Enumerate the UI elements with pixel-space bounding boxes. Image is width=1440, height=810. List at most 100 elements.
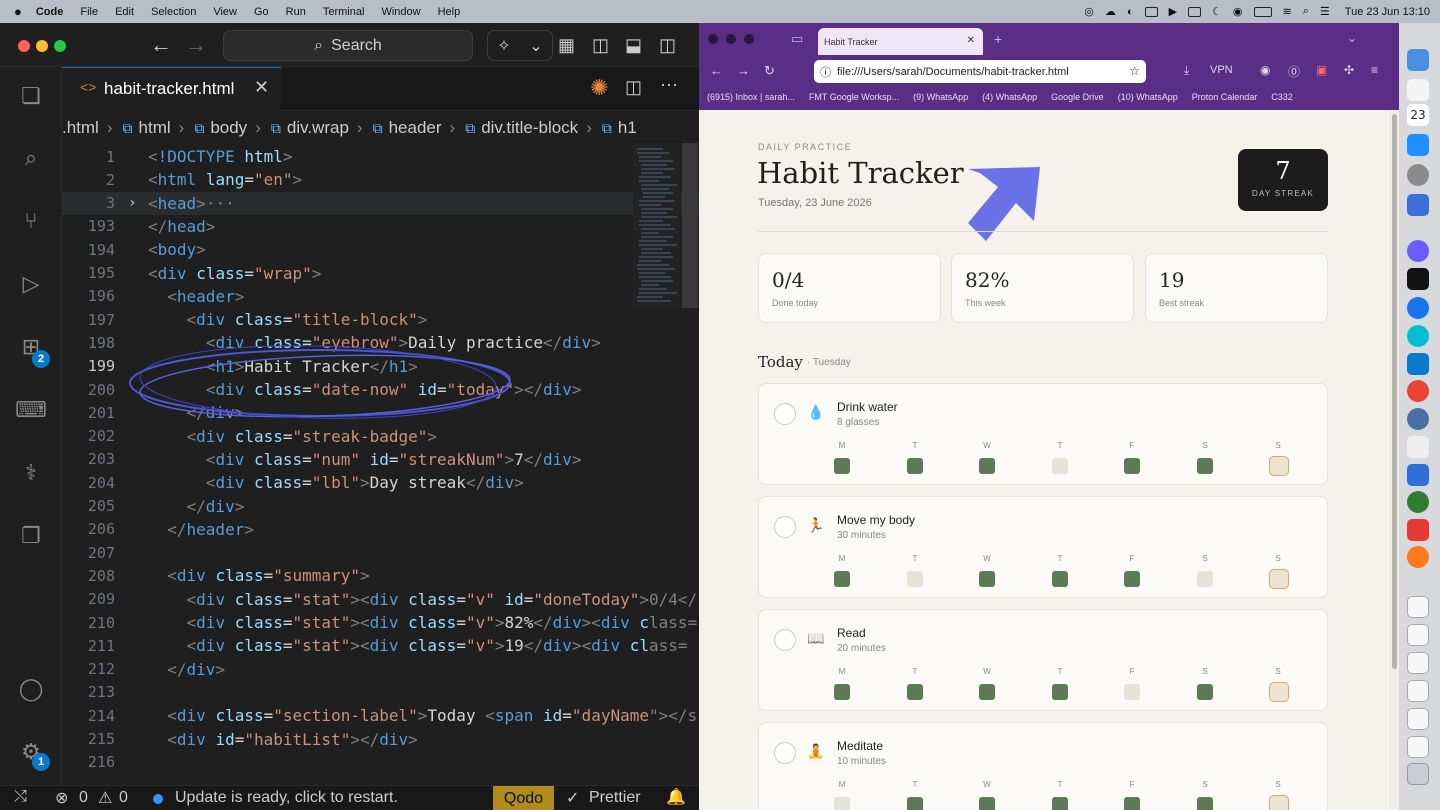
day-cell-today[interactable]	[1269, 569, 1289, 589]
bookmark-whatsapp-4[interactable]: (4) WhatsApp	[982, 92, 1037, 102]
back-arrow-icon[interactable]: ←	[150, 32, 172, 58]
search-icon[interactable]: ⌕	[14, 141, 48, 175]
code-line[interactable]: 3 › <head>···	[62, 191, 699, 215]
remote-explorer-icon[interactable]: ⌨	[14, 393, 48, 427]
accounts-icon[interactable]: ◯	[14, 672, 48, 706]
code-text[interactable]: <div class="summary">	[148, 566, 369, 585]
minimap[interactable]	[633, 143, 681, 308]
code-line[interactable]: 195 <div class="wrap">	[62, 262, 699, 285]
habit-checkbox[interactable]	[774, 403, 796, 425]
source-control-icon[interactable]: ⑂	[14, 204, 48, 238]
code-text[interactable]: <div id="habitList"></div>	[148, 730, 418, 749]
calendar-icon[interactable]: 23	[1407, 104, 1429, 126]
code-text[interactable]: <div class="wrap">	[148, 264, 321, 283]
toggle-sidebar-icon[interactable]: ◫	[592, 35, 609, 56]
menu-edit[interactable]: Edit	[115, 6, 134, 18]
code-text[interactable]: <div class="lbl">Day streak</div>	[148, 473, 524, 492]
day-cell-done[interactable]	[907, 684, 923, 700]
close-tab-icon[interactable]: ✕	[967, 35, 975, 46]
code-text[interactable]: <div class="section-label">Today <span i…	[148, 706, 697, 725]
remote-indicator-icon[interactable]: ⤭	[14, 788, 27, 806]
menu-go[interactable]: Go	[254, 6, 269, 18]
code-text[interactable]: <div class="num" id="streakNum">7</div>	[148, 450, 582, 469]
status-icon-1[interactable]: ◎	[1084, 5, 1094, 18]
day-cell-missed[interactable]	[834, 797, 850, 810]
page-scrollbar[interactable]	[1389, 110, 1399, 810]
menu-hamburger-icon[interactable]: ≡	[1371, 63, 1378, 77]
reload-icon[interactable]: ↻	[764, 63, 775, 79]
zoom-window-button[interactable]	[54, 40, 66, 52]
pdf-app-icon[interactable]	[1407, 519, 1429, 541]
day-cell-done[interactable]	[1124, 797, 1140, 810]
day-cell-today[interactable]	[1269, 682, 1289, 702]
breadcrumb-div-wrap[interactable]: ⧉ div.wrap ›	[261, 118, 363, 138]
control-center-icon[interactable]: ☰	[1320, 5, 1330, 18]
app-icon-purple[interactable]	[1407, 240, 1429, 262]
code-line[interactable]: 213	[62, 681, 699, 704]
code-line[interactable]: 216	[62, 751, 699, 774]
document-icon[interactable]	[1407, 624, 1429, 646]
layout-grid-icon[interactable]: ▦	[558, 35, 575, 56]
tab-habit-tracker[interactable]: <> habit-tracker.html ✕	[62, 67, 281, 111]
document-icon[interactable]	[1407, 652, 1429, 674]
browser-tab-active[interactable]: Habit Tracker ✕	[818, 28, 983, 55]
code-text[interactable]: <div class="stat"><div class="v">19</div…	[148, 636, 688, 655]
habit-card[interactable]: 🏃 Move my body 30 minutes M T W T F S S	[758, 496, 1328, 598]
menu-help[interactable]: Help	[438, 6, 461, 18]
day-cell-done[interactable]	[979, 571, 995, 587]
code-line[interactable]: 194 <body>	[62, 238, 699, 261]
code-line[interactable]: 211 <div class="stat"><div class="v">19<…	[62, 634, 699, 657]
play-icon[interactable]: ▶	[1169, 5, 1177, 18]
habit-checkbox[interactable]	[774, 629, 796, 651]
page-info-icon[interactable]: ⓘ	[820, 64, 831, 80]
menubar-datetime[interactable]: Tue 23 Jun 13:10	[1345, 6, 1430, 18]
code-text[interactable]: </head>	[148, 217, 215, 236]
code-text[interactable]: <html lang="en">	[148, 170, 302, 189]
code-line[interactable]: 204 <div class="lbl">Day streak</div>	[62, 471, 699, 494]
breadcrumb-header[interactable]: ⧉ header ›	[363, 118, 456, 138]
close-window-button[interactable]	[708, 34, 718, 44]
habit-checkbox[interactable]	[774, 516, 796, 538]
code-line[interactable]: 207	[62, 541, 699, 564]
qodo-status[interactable]: Qodo	[493, 786, 554, 810]
day-cell-done[interactable]	[834, 571, 850, 587]
download-icon[interactable]: ⤓	[1184, 63, 1189, 78]
more-actions-icon[interactable]: ⋯	[660, 75, 678, 96]
code-line[interactable]: 205 </div>	[62, 495, 699, 518]
canva-icon[interactable]	[1407, 325, 1429, 347]
firefox-icon[interactable]	[1407, 546, 1429, 568]
vscode-dock-icon[interactable]	[1407, 353, 1429, 375]
bookmark-c332[interactable]: C332	[1271, 92, 1293, 102]
tab-overview-icon[interactable]: ▭	[791, 31, 803, 47]
day-cell-missed[interactable]	[1124, 684, 1140, 700]
close-window-button[interactable]	[18, 40, 30, 52]
new-tab-icon[interactable]: +	[994, 31, 1002, 47]
menu-selection[interactable]: Selection	[151, 6, 196, 18]
document-icon[interactable]	[1407, 736, 1429, 758]
trash-icon[interactable]	[1407, 763, 1429, 785]
document-icon[interactable]	[1407, 596, 1429, 618]
code-text[interactable]: <div class="stat"><div class="v" id="don…	[148, 590, 698, 609]
bookmark-google-drive[interactable]: Google Drive	[1051, 92, 1104, 102]
error-count[interactable]: 0	[79, 789, 88, 807]
vpn-button[interactable]: VPN	[1210, 64, 1233, 76]
habit-card[interactable]: 🧘 Meditate 10 minutes M T W T F S S	[758, 722, 1328, 810]
app-icon-green[interactable]	[1407, 491, 1429, 513]
menu-view[interactable]: View	[213, 6, 237, 18]
code-line[interactable]: 214 <div class="section-label">Today <sp…	[62, 704, 699, 727]
update-message[interactable]: Update is ready, click to restart.	[175, 789, 398, 807]
code-text[interactable]: <header>	[148, 287, 244, 306]
extensions-puzzle-icon[interactable]: ✣	[1344, 63, 1354, 77]
toggle-secondary-sidebar-icon[interactable]: ◫	[659, 35, 676, 56]
day-cell-done[interactable]	[1197, 684, 1213, 700]
app-icon-blue[interactable]	[1407, 194, 1429, 216]
claude-spark-icon[interactable]: ✺	[590, 75, 608, 101]
code-line[interactable]: 197 <div class="title-block">	[62, 308, 699, 331]
fold-chevron-icon[interactable]: ›	[128, 195, 136, 211]
python-icon[interactable]: ⚕	[14, 456, 48, 490]
split-editor-icon[interactable]: ◫	[625, 77, 642, 98]
code-line[interactable]: 193 </head>	[62, 215, 699, 238]
day-cell-missed[interactable]	[1197, 571, 1213, 587]
code-line[interactable]: 203 <div class="num" id="streakNum">7</d…	[62, 448, 699, 471]
command-search-box[interactable]: ⌕ Search	[223, 30, 473, 61]
